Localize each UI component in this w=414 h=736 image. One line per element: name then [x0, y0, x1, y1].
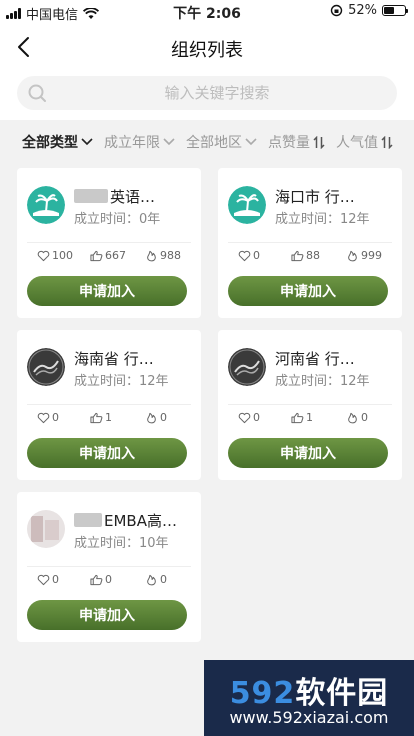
heart-icon: [238, 250, 251, 262]
chevron-down-icon: [81, 138, 93, 146]
rotation-lock-icon: [330, 4, 343, 17]
flame-icon: [145, 412, 158, 424]
org-name: 英语…: [74, 186, 194, 207]
org-card[interactable]: 海口市 行… 成立时间：12年 0 88 999 申请加入: [218, 168, 402, 318]
filter-region[interactable]: 全部地区: [186, 132, 257, 152]
thumbs-up-stat[interactable]: 88: [291, 249, 320, 262]
watermark-url: www.592xiazai.com: [229, 708, 389, 727]
search-box[interactable]: [17, 76, 397, 110]
battery-percent: 52%: [348, 3, 377, 18]
popularity-stat: 0: [346, 411, 368, 424]
palm-island-logo: [27, 186, 65, 224]
join-button[interactable]: 申请加入: [27, 600, 187, 630]
heart-icon: [37, 412, 50, 424]
join-button[interactable]: 申请加入: [228, 438, 388, 468]
org-card[interactable]: EMBA高… 成立时间：10年 0 0 0 申请加入: [17, 492, 201, 642]
dark-wave-logo: [228, 348, 266, 386]
dark-wave-logo: [27, 348, 65, 386]
divider: [27, 566, 191, 567]
org-founded: 成立时间：12年: [275, 374, 370, 389]
nav-bar: 组织列表: [0, 24, 414, 70]
flame-icon: [346, 412, 359, 424]
popularity-stat: 0: [145, 573, 167, 586]
sort-icon: [313, 135, 325, 149]
like-stat[interactable]: 0: [37, 411, 59, 424]
thumbs-up-stat[interactable]: 667: [90, 249, 126, 262]
filter-popularity[interactable]: 人气值: [336, 132, 393, 152]
filter-type[interactable]: 全部类型: [22, 132, 93, 152]
divider: [27, 404, 191, 405]
heart-icon: [37, 250, 50, 262]
thumbs-up-icon: [90, 412, 103, 424]
palm-island-logo: [228, 186, 266, 224]
thumbs-up-stat[interactable]: 0: [90, 573, 112, 586]
filter-type-label: 全部类型: [22, 135, 78, 151]
search-section: [0, 70, 414, 120]
thumbs-up-icon: [90, 574, 103, 586]
flame-icon: [145, 574, 158, 586]
flame-icon: [145, 250, 158, 262]
org-founded: 成立时间：10年: [74, 536, 169, 551]
like-stat[interactable]: 0: [238, 249, 260, 262]
popularity-stat: 988: [145, 249, 181, 262]
filter-likes[interactable]: 点赞量: [268, 132, 325, 152]
heart-icon: [37, 574, 50, 586]
popularity-stat: 0: [145, 411, 167, 424]
thumbs-up-icon: [291, 250, 304, 262]
thumbs-up-icon: [90, 250, 103, 262]
divider: [228, 242, 392, 243]
like-stat[interactable]: 0: [238, 411, 260, 424]
org-founded: 成立时间：12年: [275, 212, 370, 227]
search-icon: [28, 84, 46, 102]
blurred-logo: [27, 510, 65, 548]
chevron-down-icon: [245, 138, 257, 146]
filter-likes-label: 点赞量: [268, 135, 310, 151]
org-card[interactable]: 河南省 行… 成立时间：12年 0 1 0 申请加入: [218, 330, 402, 480]
org-name: 河南省 行…: [275, 350, 355, 368]
battery-icon: [382, 5, 408, 16]
popularity-stat: 999: [346, 249, 382, 262]
page-title: 组织列表: [171, 40, 243, 61]
chevron-down-icon: [163, 138, 175, 146]
thumbs-up-stat[interactable]: 1: [90, 411, 112, 424]
redacted-block: [74, 513, 102, 527]
org-card[interactable]: 海南省 行… 成立时间：12年 0 1 0 申请加入: [17, 330, 201, 480]
filter-years[interactable]: 成立年限: [104, 132, 175, 152]
filter-region-label: 全部地区: [186, 135, 242, 151]
like-stat[interactable]: 100: [37, 249, 73, 262]
thumbs-up-icon: [291, 412, 304, 424]
thumbs-up-stat[interactable]: 1: [291, 411, 313, 424]
org-name: 海口市 行…: [275, 188, 355, 206]
watermark: 592软件园 www.592xiazai.com: [204, 660, 414, 736]
org-founded: 成立时间：12年: [74, 374, 169, 389]
join-button[interactable]: 申请加入: [27, 276, 187, 306]
divider: [27, 242, 191, 243]
flame-icon: [346, 250, 359, 262]
heart-icon: [238, 412, 251, 424]
watermark-brand: 592软件园: [229, 676, 389, 711]
org-name: EMBA高…: [74, 510, 194, 531]
join-button[interactable]: 申请加入: [27, 438, 187, 468]
sort-icon: [381, 135, 393, 149]
filter-years-label: 成立年限: [104, 135, 160, 151]
like-stat[interactable]: 0: [37, 573, 59, 586]
status-bar: 中国电信 下午 2:06 52%: [0, 0, 414, 24]
filter-bar: 全部类型 成立年限 全部地区 点赞量 人气值: [0, 120, 414, 164]
org-founded: 成立时间：0年: [74, 212, 161, 227]
org-name: 海南省 行…: [74, 350, 154, 368]
redacted-block: [74, 189, 108, 203]
org-card[interactable]: 英语… 成立时间：0年 100 667 988 申请加入: [17, 168, 201, 318]
search-input[interactable]: [57, 76, 377, 110]
join-button[interactable]: 申请加入: [228, 276, 388, 306]
filter-popularity-label: 人气值: [336, 135, 378, 151]
divider: [228, 404, 392, 405]
